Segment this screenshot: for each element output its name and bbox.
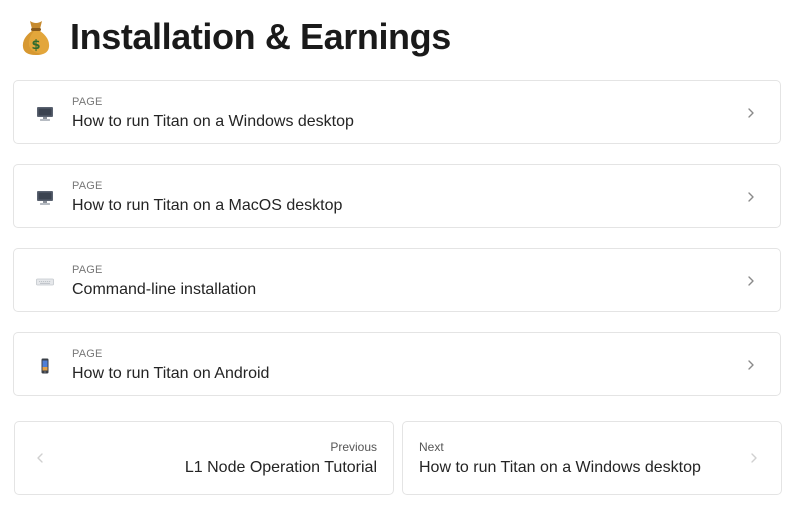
chevron-left-icon — [37, 453, 43, 463]
desktop-computer-icon — [37, 191, 53, 205]
page-header: $ Installation & Earnings — [20, 14, 451, 60]
mobile-phone-icon — [41, 358, 49, 374]
chevron-right-icon — [748, 192, 754, 202]
desktop-computer-icon — [37, 107, 53, 121]
svg-text:$: $ — [31, 38, 40, 53]
previous-label: Previous — [330, 440, 377, 454]
card-kicker: PAGE — [72, 264, 103, 276]
page: $ Installation & Earnings PAGE How to ru… — [0, 0, 810, 516]
next-title: How to run Titan on a Windows desktop — [419, 459, 701, 476]
card-title: How to run Titan on a MacOS desktop — [72, 197, 343, 214]
chevron-right-icon — [748, 276, 754, 286]
card-title: How to run Titan on a Windows desktop — [72, 113, 354, 130]
page-title: Installation & Earnings — [70, 16, 451, 57]
chevron-right-icon — [751, 453, 757, 463]
chevron-right-icon — [748, 108, 754, 118]
card-windows-desktop[interactable]: PAGE How to run Titan on a Windows deskt… — [13, 80, 781, 144]
chevron-right-icon — [748, 360, 754, 370]
card-kicker: PAGE — [72, 348, 103, 360]
card-kicker: PAGE — [72, 180, 103, 192]
next-page-link[interactable]: Next How to run Titan on a Windows deskt… — [402, 421, 782, 495]
card-kicker: PAGE — [72, 96, 103, 108]
card-command-line[interactable]: PAGE Command-line installation — [13, 248, 781, 312]
money-bag-icon: $ — [22, 21, 50, 55]
previous-page-link[interactable]: Previous L1 Node Operation Tutorial — [14, 421, 394, 495]
card-macos-desktop[interactable]: PAGE How to run Titan on a MacOS desktop — [13, 164, 781, 228]
card-title: How to run Titan on Android — [72, 365, 270, 382]
keyboard-icon — [36, 278, 54, 286]
next-label: Next — [419, 440, 444, 454]
card-android[interactable]: PAGE How to run Titan on Android — [13, 332, 781, 396]
card-title: Command-line installation — [72, 281, 257, 298]
previous-title: L1 Node Operation Tutorial — [184, 459, 377, 476]
